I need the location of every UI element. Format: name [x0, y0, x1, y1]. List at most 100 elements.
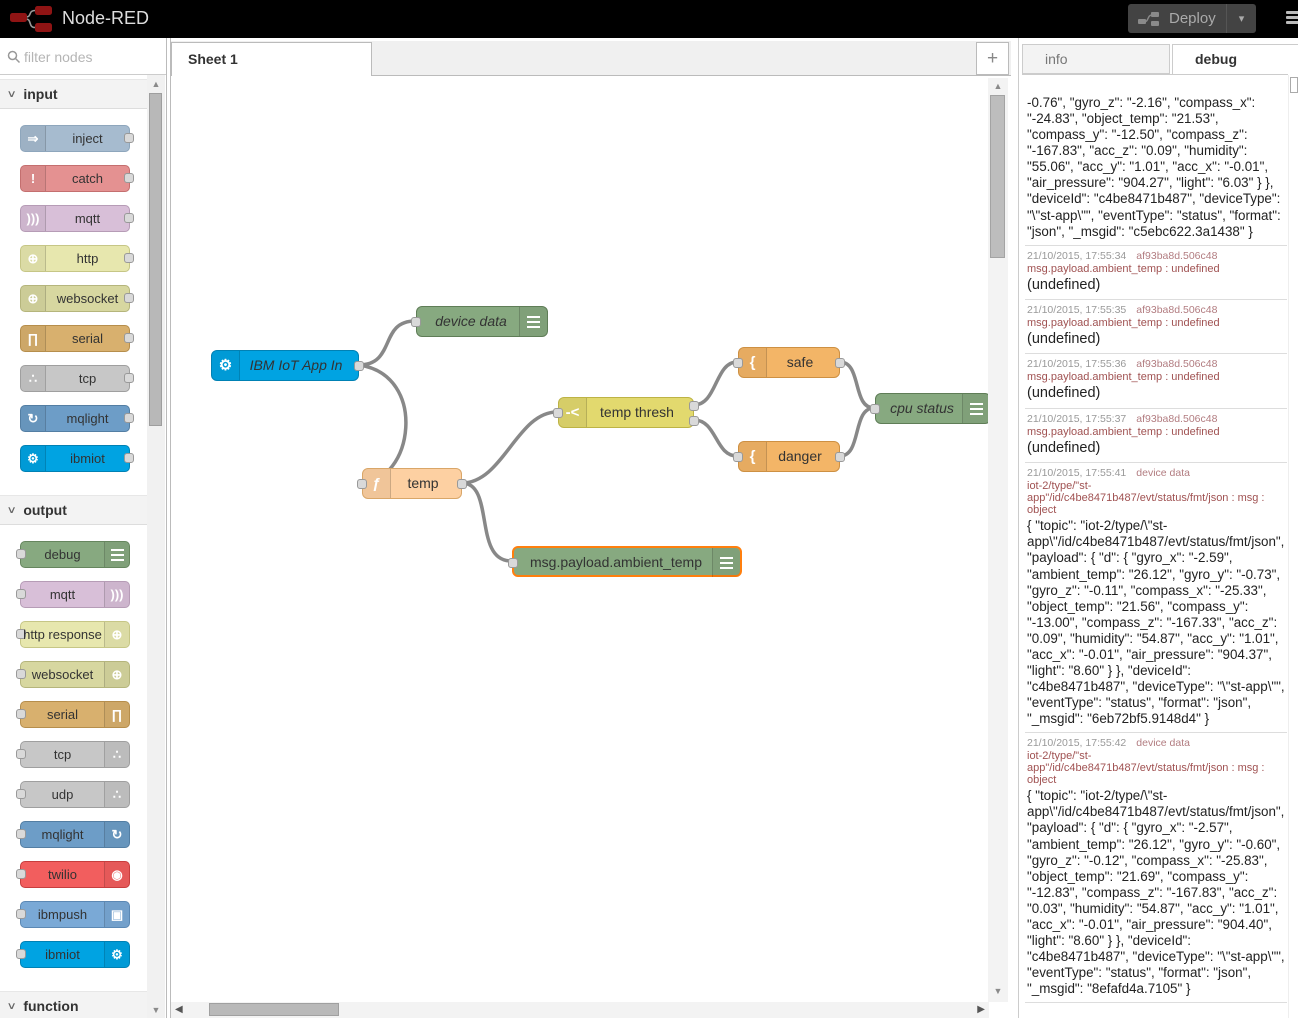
flow-node-safe[interactable]: {safe — [733, 347, 845, 378]
palette-node-http[interactable]: ⊕ http — [20, 245, 134, 272]
canvas-vertical-scrollbar[interactable]: ▲ ▼ — [988, 78, 1008, 1002]
flow-node-device-data[interactable]: device data — [411, 306, 564, 337]
palette-node-debug[interactable]: debug — [16, 541, 130, 568]
node-port[interactable] — [733, 358, 743, 368]
node-port[interactable] — [870, 404, 880, 414]
category-header-function[interactable]: ∨ function — [0, 991, 148, 1018]
node-port[interactable] — [689, 416, 699, 426]
globe-icon: ⊕ — [104, 662, 129, 687]
add-sheet-button[interactable]: + — [976, 42, 1009, 75]
node-label: msg.payload.ambient_temp — [530, 554, 702, 570]
deploy-button[interactable]: Deploy ▾ — [1128, 4, 1256, 33]
flow-node-ambient[interactable]: msg.payload.ambient_temp — [508, 546, 757, 577]
filter-nodes-input[interactable] — [24, 43, 154, 71]
flow-canvas[interactable]: ⚙ IBM IoT App In device data ƒ temp -< temp th… — [171, 76, 1011, 1002]
node-port[interactable] — [733, 452, 743, 462]
palette-node-serial[interactable]: ∏ serial — [16, 701, 130, 728]
node-port[interactable] — [689, 401, 699, 411]
palette-node-ibmpush[interactable]: ▣ ibmpush — [16, 901, 130, 928]
palette-node-inject[interactable]: ⇒ inject — [20, 125, 134, 152]
palette-node-twilio[interactable]: ◉ twilio — [16, 861, 130, 888]
sidebar-scrollbar-thumb[interactable] — [1290, 77, 1298, 93]
flow-wires[interactable] — [171, 76, 1011, 1002]
palette-node-tcp[interactable]: ∴ tcp — [16, 741, 130, 768]
palette-node-http-response[interactable]: ⊕ http response — [16, 621, 130, 648]
scroll-down-icon[interactable]: ▼ — [988, 986, 1008, 996]
debug-message[interactable]: 21/10/2015, 17:55:34 af93ba8d.506c48 msg.p… — [1025, 246, 1287, 301]
menu-hamburger-icon[interactable] — [1286, 9, 1298, 26]
debug-message[interactable]: -0.76", "gyro_z": "-2.16", "compass_x": … — [1025, 97, 1287, 246]
tab-sheet-1[interactable]: Sheet 1 — [171, 42, 372, 77]
node-port[interactable] — [357, 479, 367, 489]
palette-node-websocket[interactable]: ⊕ websocket — [20, 285, 134, 312]
palette-node-udp[interactable]: ∴ udp — [16, 781, 130, 808]
category-header-output[interactable]: ∨ output — [0, 495, 148, 525]
palette-scrollbar-thumb[interactable] — [149, 93, 162, 426]
flow-node-temp-thresh[interactable]: -< temp thresh — [553, 397, 699, 428]
scroll-down-icon[interactable]: ▼ — [147, 1005, 165, 1015]
palette-node-label: udp — [51, 787, 74, 802]
flow-node-danger[interactable]: {danger — [733, 441, 845, 472]
debug-payload[interactable]: (undefined) — [1027, 440, 1285, 457]
dots-icon: ∴ — [104, 742, 129, 767]
category-header-input[interactable]: ∨ input — [0, 79, 148, 109]
sidebar-scrollbar[interactable] — [1288, 75, 1298, 1018]
wire[interactable] — [838, 360, 876, 410]
tab-info[interactable]: info — [1022, 44, 1170, 74]
function-icon: ƒ — [363, 469, 391, 498]
scroll-right-icon[interactable]: ▶ — [977, 1004, 985, 1015]
palette-node-mqlight[interactable]: ↻ mqlight — [16, 821, 130, 848]
debug-payload[interactable]: -0.76", "gyro_z": "-2.16", "compass_x": … — [1027, 97, 1285, 240]
palette-node-mqtt[interactable]: ))) mqtt — [20, 205, 134, 232]
debug-message[interactable]: 21/10/2015, 17:55:37 af93ba8d.506c48 msg.p… — [1025, 409, 1287, 464]
node-port[interactable] — [835, 452, 845, 462]
wire[interactable] — [460, 481, 513, 563]
canvas-vscrollbar-thumb[interactable] — [990, 95, 1005, 258]
palette-node-mqtt[interactable]: ))) mqtt — [16, 581, 130, 608]
node-port[interactable] — [835, 358, 845, 368]
category-label: function — [23, 998, 79, 1014]
palette-node-ibmiot[interactable]: ⚙ ibmiot — [20, 445, 134, 472]
scroll-left-icon[interactable]: ◀ — [175, 1004, 183, 1015]
canvas-horizontal-scrollbar[interactable]: ◀ ▶ — [171, 1002, 989, 1018]
wire[interactable] — [692, 360, 739, 407]
debug-payload[interactable]: (undefined) — [1027, 385, 1285, 402]
flow-node-cpu-status[interactable]: cpu status — [870, 393, 991, 424]
flow-node-iot-in[interactable]: ⚙ IBM IoT App In — [211, 350, 364, 381]
palette-node-label: mqlight — [66, 411, 109, 426]
flow-node-temp[interactable]: ƒ temp — [357, 468, 467, 499]
canvas-hscrollbar-thumb[interactable] — [209, 1003, 339, 1016]
wire[interactable] — [460, 410, 559, 485]
palette-node-websocket[interactable]: ⊕ websocket — [16, 661, 130, 688]
palette-node-mqlight[interactable]: ↻ mqlight — [20, 405, 134, 432]
node-port[interactable] — [553, 408, 563, 418]
deploy-dropdown-caret[interactable]: ▾ — [1226, 4, 1256, 33]
wire[interactable] — [357, 363, 408, 485]
node-port[interactable] — [354, 361, 364, 371]
node-port[interactable] — [457, 479, 467, 489]
scroll-up-icon[interactable]: ▲ — [988, 81, 1008, 91]
wire[interactable] — [692, 418, 739, 458]
palette-scrollbar[interactable]: ▲ ▼ — [147, 75, 165, 1018]
debug-payload[interactable]: (undefined) — [1027, 277, 1285, 294]
wire[interactable] — [838, 406, 876, 458]
palette-node-tcp[interactable]: ∴ tcp — [20, 365, 134, 392]
debug-message[interactable]: 21/10/2015, 17:55:36 af93ba8d.506c48 msg.p… — [1025, 354, 1287, 409]
palette-node-serial[interactable]: ∏ serial — [20, 325, 134, 352]
scroll-up-icon[interactable]: ▲ — [147, 79, 165, 89]
debug-payload[interactable]: { "topic": "iot-2/type/\"st-app\"/id/c4b… — [1027, 788, 1285, 997]
palette-node-catch[interactable]: ! catch — [20, 165, 134, 192]
tab-debug[interactable]: debug — [1172, 44, 1298, 74]
debug-message[interactable]: 21/10/2015, 17:55:42 device data iot-2/typ… — [1025, 733, 1287, 1004]
node-port[interactable] — [508, 558, 518, 568]
node-port[interactable] — [411, 317, 421, 327]
debug-message-list[interactable]: -0.76", "gyro_z": "-2.16", "compass_x": … — [1025, 97, 1287, 1018]
debug-payload[interactable]: (undefined) — [1027, 331, 1285, 348]
wire[interactable] — [357, 319, 417, 367]
debug-timestamp: 21/10/2015, 17:55:36 — [1027, 358, 1127, 371]
palette-node-ibmiot[interactable]: ⚙ ibmiot — [16, 941, 130, 968]
debug-message[interactable]: 21/10/2015, 17:55:41 device data iot-2/typ… — [1025, 463, 1287, 734]
debug-message[interactable]: 21/10/2015, 17:55:35 af93ba8d.506c48 msg.p… — [1025, 300, 1287, 355]
template-icon: { — [739, 348, 767, 377]
debug-payload[interactable]: { "topic": "iot-2/type/\"st-app\"/id/c4b… — [1027, 518, 1285, 727]
